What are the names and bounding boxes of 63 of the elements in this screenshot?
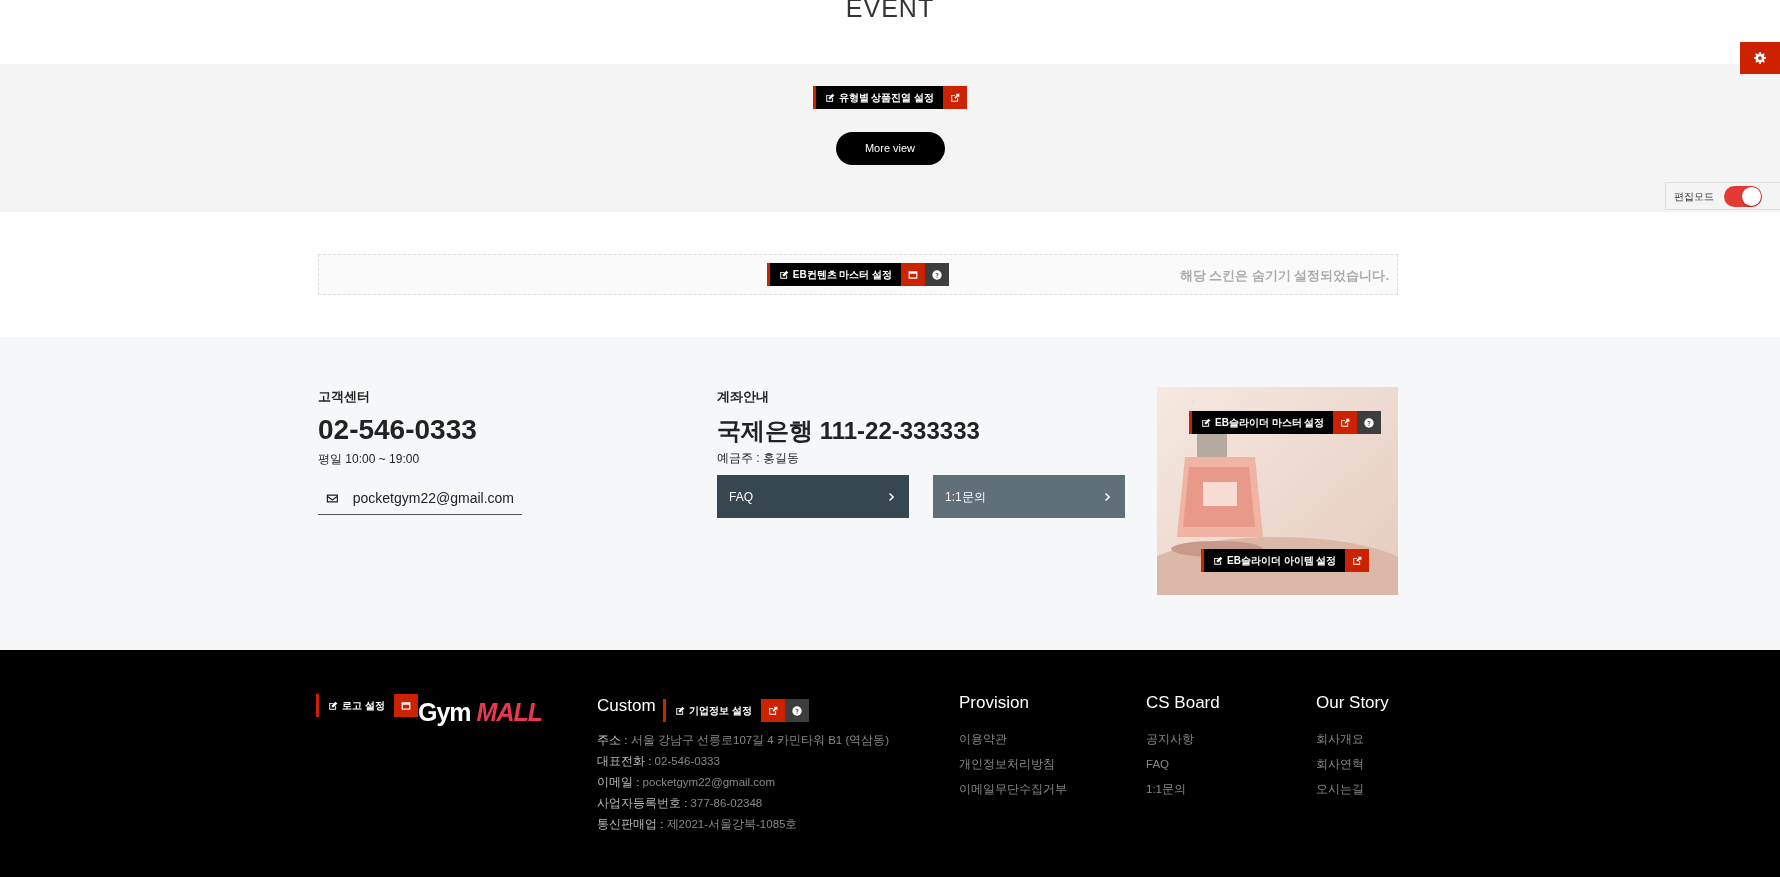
email-address: pocketgym22@gmail.com — [352, 489, 514, 509]
business-hours: 평일 10:00 ~ 19:00 — [318, 451, 421, 469]
settings-icon — [1754, 52, 1766, 64]
account-holder: 예금주 : 홍길동 — [717, 450, 800, 468]
logo[interactable]: Gym MALL — [418, 694, 542, 732]
help-icon — [791, 705, 802, 716]
window-icon — [400, 700, 411, 711]
footer-heading: Provision — [959, 694, 1030, 713]
footer-link[interactable]: 이메일무단수집거부 — [959, 776, 1146, 802]
hidden-notice: 해당 스킨은 숨기기 설정되었습니다. — [1179, 267, 1389, 285]
link-button[interactable]: 1:1문의 — [933, 475, 1125, 519]
phone-number: 02-546-0333 — [318, 412, 478, 447]
section-title: EVENT — [845, 0, 935, 21]
bank-account: 국제은행 111-22-333333 — [717, 416, 981, 446]
settings-label-button[interactable]: EB컨텐츠 마스터 설정 — [766, 263, 902, 286]
edit-icon — [778, 269, 789, 280]
edit-mode-toggle[interactable] — [1724, 185, 1762, 207]
edit-icon — [1201, 417, 1211, 428]
window-icon — [908, 269, 919, 280]
chevron-right-icon — [887, 491, 897, 502]
help-icon — [1364, 417, 1375, 428]
edit-icon — [675, 705, 685, 716]
help-button[interactable] — [925, 263, 950, 286]
link-button[interactable]: FAQ — [717, 475, 909, 519]
section-heading: 고객센터 — [318, 388, 371, 406]
external-link-icon — [1340, 417, 1351, 428]
external-link-button[interactable] — [760, 699, 785, 722]
edit-icon — [328, 700, 338, 711]
external-link-button[interactable] — [1333, 411, 1358, 434]
footer-link[interactable]: 회사연혁 — [1316, 751, 1389, 777]
footer-link[interactable]: 이용약관 — [959, 726, 1146, 752]
chevron-right-icon — [1103, 491, 1113, 502]
help-button[interactable] — [784, 699, 809, 722]
edit-icon — [824, 92, 835, 103]
footer-heading: Custom — [597, 697, 656, 716]
footer-heading: CS Board — [1146, 694, 1221, 713]
company-info-line: 사업자등록번호 : 377-86-02348 — [597, 796, 764, 811]
edit-mode-label: 편집모드 — [1674, 189, 1714, 204]
section-heading: 계좌안내 — [717, 388, 770, 406]
settings-label-button[interactable]: 유형별 상품진열 설정 — [812, 86, 944, 109]
company-info-line: 이메일 : pocketgym22@gmail.com — [597, 775, 777, 790]
footer-link[interactable]: 회사개요 — [1316, 726, 1389, 752]
edit-icon — [1213, 555, 1223, 566]
window-button[interactable] — [901, 263, 926, 286]
company-info-line: 통신판매업 : 제2021-서울강북-1085호 — [597, 817, 799, 832]
footer-link[interactable]: 공지사항 — [1146, 726, 1316, 752]
settings-label-button[interactable]: EB슬라이더 아이템 설정 — [1201, 549, 1346, 572]
settings-label-button[interactable]: EB슬라이더 마스터 설정 — [1189, 411, 1334, 434]
more-view-button[interactable]: More view — [835, 132, 945, 165]
settings-button[interactable] — [1740, 42, 1780, 74]
external-link-icon — [1352, 555, 1363, 566]
company-info-line: 주소 : 서울 강남구 선릉로107길 4 카민타워 B1 (역삼동) — [597, 733, 891, 748]
footer-link[interactable]: 1:1문의 — [1146, 776, 1316, 802]
company-info-line: 대표전화 : 02-546-0333 — [597, 754, 721, 769]
footer-link[interactable]: 오시는길 — [1316, 776, 1389, 802]
help-button[interactable] — [1357, 411, 1382, 434]
footer-link[interactable]: FAQ — [1146, 751, 1316, 777]
footer-link[interactable]: 개인정보처리방침 — [959, 751, 1146, 777]
external-link-icon — [767, 705, 778, 716]
external-link-icon — [950, 92, 961, 103]
window-button[interactable] — [393, 694, 418, 717]
footer-heading: Our Story — [1316, 694, 1389, 713]
help-icon — [932, 269, 943, 280]
